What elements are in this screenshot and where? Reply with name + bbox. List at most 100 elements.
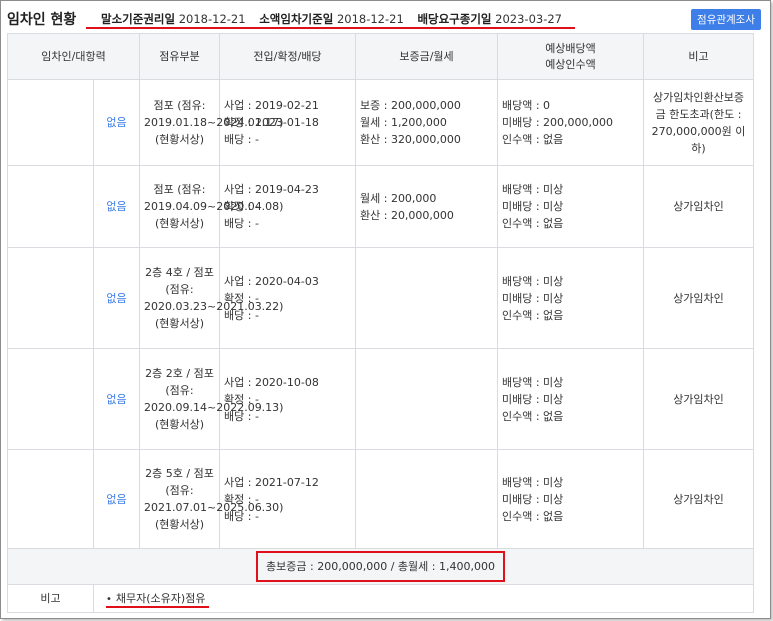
move-in-line: 확정 : - xyxy=(224,492,259,506)
move-in-cell: 사업 : 2019-04-23 확정 : - 배당 : - xyxy=(219,165,356,248)
move-in-line: 배당 : - xyxy=(224,217,259,230)
total-row: 총보증금 : 200,000,000 / 총월세 : 1,400,000 xyxy=(7,548,754,585)
table-row: 없음 2층 4호 / 점포 (점유: 2020.03.23~2021.03.22)… xyxy=(7,247,754,349)
remark-text: 채무자(소유자)점유 xyxy=(115,591,206,605)
opposing-force-value: 없음 xyxy=(106,392,127,406)
dividend-line: 미배당 : 미상 xyxy=(502,392,564,406)
col-header-tenant: 임차인/대항력 xyxy=(7,33,140,80)
move-in-line: 사업 : 2019-02-21 xyxy=(224,99,319,112)
deposit-cell xyxy=(355,348,498,450)
table-header-row: 임차인/대항력 점유부분 전입/확정/배당 보증금/월세 예상배당액 예상인수액… xyxy=(7,33,754,80)
col-header-dividend: 예상배당액 예상인수액 xyxy=(497,33,644,80)
move-in-line: 사업 : 2021-07-12 xyxy=(224,475,319,489)
col-header-deposit: 보증금/월세 xyxy=(355,33,498,80)
table-row: 없음 2층 5호 / 점포 (점유: 2021.07.01~2025.06.30)… xyxy=(7,449,754,549)
opposing-force-value: 없음 xyxy=(106,291,127,305)
table-row: 없음 점포 (점유: 2019.04.09~2020.04.08) (현황서상) 사… xyxy=(7,165,754,248)
note-cell: 상가임차인 xyxy=(643,348,754,450)
note-text: 상가임차인 xyxy=(673,492,724,506)
col-header-note: 비고 xyxy=(643,33,754,80)
dividend-cell: 배당액 : 미상미배당 : 미상인수액 : 없음 xyxy=(497,247,644,349)
dividend-line: 인수액 : 없음 xyxy=(502,217,564,230)
opposing-force-cell: 없음 xyxy=(93,247,140,349)
deposit-cell xyxy=(355,449,498,549)
date-label-base-right: 말소기준권리일 xyxy=(101,12,176,26)
table-row: 없음 점포 (점유: 2019.01.18~2024.01.17) (현황서상) 사… xyxy=(7,79,754,166)
dividend-line: 배당액 : 미상 xyxy=(502,183,564,196)
tenant-table: 임차인/대항력 점유부분 전입/확정/배당 보증금/월세 예상배당액 예상인수액… xyxy=(7,33,754,613)
remark-row: 비고 • 채무자(소유자)점유 xyxy=(7,584,754,613)
remark-value: • 채무자(소유자)점유 xyxy=(93,584,754,613)
dividend-line: 배당액 : 미상 xyxy=(502,274,564,288)
dividend-line: 인수액 : 없음 xyxy=(502,409,564,423)
tenant-name-cell xyxy=(7,449,94,549)
note-cell: 상가임차인환산보증금 한도초과(한도 : 270,000,000원 이하) xyxy=(643,79,754,166)
opposing-force-value: 없음 xyxy=(106,116,127,129)
dividend-line: 인수액 : 없음 xyxy=(502,308,564,322)
occupancy-part-cell: 2층 2호 / 점포 (점유: 2020.09.14~2022.09.13) (… xyxy=(139,348,283,450)
occupancy-part-cell: 점포 (점유: 2019.01.18~2024.01.17) (현황서상) xyxy=(139,79,283,166)
move-in-cell: 사업 : 2021-07-12 확정 : - 배당 : - xyxy=(219,449,356,549)
total-summary: 총보증금 : 200,000,000 / 총월세 : 1,400,000 xyxy=(256,551,505,582)
opposing-force-cell: 없음 xyxy=(93,79,140,166)
move-in-line: 배당 : - xyxy=(224,308,259,322)
deposit-cell: 보증 : 200,000,000 월세 : 1,200,000 환산 : 320,0… xyxy=(355,79,498,166)
note-text: 상가임차인 xyxy=(673,291,724,305)
tenant-name-cell xyxy=(7,79,94,166)
move-in-cell: 사업 : 2019-02-21 확정 : 2023-01-18 배당 : - xyxy=(219,79,356,166)
dividend-line: 미배당 : 미상 xyxy=(502,291,564,305)
key-dates: 말소기준권리일 2018-12-21 소액임차기준일 2018-12-21 배당… xyxy=(101,11,572,27)
deposit-line: 환산 : 320,000,000 xyxy=(360,133,461,146)
dividend-line: 인수액 : 없음 xyxy=(502,509,564,523)
deposit-cell: 월세 : 200,000 환산 : 20,000,000 xyxy=(355,165,498,248)
tenant-name-cell xyxy=(7,348,94,450)
tenant-name-cell xyxy=(7,165,94,248)
opposing-force-cell: 없음 xyxy=(93,165,140,248)
dividend-line: 미배당 : 미상 xyxy=(502,492,564,506)
bullet-icon: • xyxy=(106,593,112,605)
dividend-line: 미배당 : 200,000,000 xyxy=(502,116,614,129)
deposit-line: 보증 : 200,000,000 xyxy=(360,99,461,112)
deposit-cell xyxy=(355,247,498,349)
note-cell: 상가임차인 xyxy=(643,247,754,349)
dividend-line: 인수액 : 없음 xyxy=(502,133,564,146)
remark-label: 비고 xyxy=(7,584,94,613)
table-row: 없음 2층 2호 / 점포 (점유: 2020.09.14~2022.09.13)… xyxy=(7,348,754,450)
dividend-cell: 배당액 : 미상미배당 : 미상인수액 : 없음 xyxy=(497,348,644,450)
opposing-force-cell: 없음 xyxy=(93,348,140,450)
date-value-base-right: 2018-12-21 xyxy=(178,12,246,26)
deposit-line: 월세 : 200,000 xyxy=(360,191,437,205)
date-value-small-lease: 2018-12-21 xyxy=(336,12,404,26)
note-text: 상가임차인 xyxy=(673,392,724,406)
col-header-part: 점유부분 xyxy=(139,33,220,80)
move-in-cell: 사업 : 2020-10-08 확정 : - 배당 : - xyxy=(219,348,356,450)
deposit-line: 월세 : 1,200,000 xyxy=(360,116,447,129)
total-cell: 총보증금 : 200,000,000 / 총월세 : 1,400,000 xyxy=(7,548,754,585)
dividend-line: 배당액 : 미상 xyxy=(502,375,564,389)
dividend-cell: 배당액 : 미상 미배당 : 미상 인수액 : 없음 xyxy=(497,165,644,248)
move-in-line: 배당 : - xyxy=(224,509,259,523)
opposing-force-cell: 없음 xyxy=(93,449,140,549)
note-cell: 상가임차인 xyxy=(643,165,754,248)
move-in-line: 사업 : 2019-04-23 xyxy=(224,183,319,196)
note-text: 상가임차인 xyxy=(673,200,724,213)
move-in-line: 사업 : 2020-04-03 xyxy=(224,274,319,288)
move-in-line: 배당 : - xyxy=(224,133,259,146)
dividend-cell: 배당액 : 0 미배당 : 200,000,000 인수액 : 없음 xyxy=(497,79,644,166)
opposing-force-value: 없음 xyxy=(106,200,127,213)
move-in-line: 확정 : - xyxy=(224,392,259,406)
move-in-line: 사업 : 2020-10-08 xyxy=(224,375,319,389)
occupancy-part-cell: 2층 4호 / 점포 (점유: 2020.03.23~2021.03.22) (… xyxy=(139,247,283,349)
note-text: 상가임차인환산보증금 한도초과(한도 : 270,000,000원 이하) xyxy=(651,90,746,155)
occupancy-part-cell: 2층 5호 / 점포 (점유: 2021.07.01~2025.06.30) (… xyxy=(139,449,283,549)
move-in-line: 배당 : - xyxy=(224,409,259,423)
highlight-underline xyxy=(86,27,575,29)
col-header-moves: 전입/확정/배당 xyxy=(219,33,356,80)
date-label-small-lease: 소액임차기준일 xyxy=(259,12,334,26)
occupancy-survey-button[interactable]: 점유관계조사 xyxy=(691,9,761,30)
move-in-cell: 사업 : 2020-04-03 확정 : - 배당 : - xyxy=(219,247,356,349)
move-in-line: 확정 : - xyxy=(224,291,259,305)
remark-underline: • 채무자(소유자)점유 xyxy=(106,591,210,608)
note-cell: 상가임차인 xyxy=(643,449,754,549)
date-label-dividend-deadline: 배당요구종기일 xyxy=(417,12,492,26)
